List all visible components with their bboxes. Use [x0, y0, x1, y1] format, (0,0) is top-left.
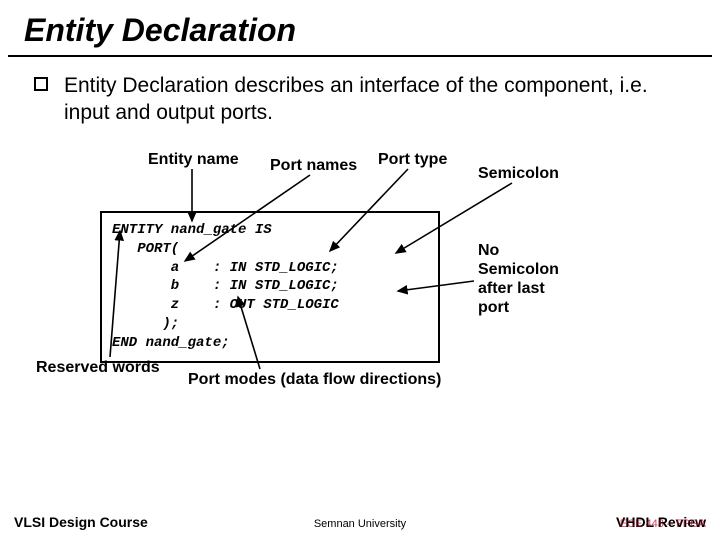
code-block: ENTITY nand_gate IS PORT( a : IN STD_LOG…	[100, 211, 440, 363]
label-port-type: Port type	[378, 151, 447, 169]
note-line-4: port	[478, 298, 559, 317]
code-line-5: z : OUT STD_LOGIC	[112, 297, 339, 313]
code-line-3: a : IN STD_LOGIC;	[112, 260, 339, 276]
label-semicolon: Semicolon	[478, 165, 559, 183]
code-line-4: b : IN STD_LOGIC;	[112, 278, 339, 294]
footer-center: Semnan University	[0, 518, 720, 530]
label-port-modes: Port modes (data flow directions)	[188, 371, 441, 389]
note-line-3: after last	[478, 279, 559, 298]
note-no-semicolon: No Semicolon after last port	[478, 241, 559, 318]
note-line-1: No	[478, 241, 559, 260]
diagram-area: Entity name Port names Port type Semicol…	[0, 151, 720, 411]
label-entity-name: Entity name	[148, 151, 239, 169]
body-paragraph: Entity Declaration describes an interfac…	[64, 74, 648, 124]
label-port-names: Port names	[270, 157, 357, 175]
code-line-1: ENTITY nand_gate IS	[112, 222, 272, 238]
bullet-icon	[34, 77, 48, 91]
footer-right-overlay: ECE 448 – FPGA	[620, 518, 706, 530]
divider	[8, 55, 712, 57]
note-line-2: Semicolon	[478, 260, 559, 279]
label-reserved-words: Reserved words	[36, 359, 160, 377]
slide-title: Entity Declaration	[0, 0, 720, 55]
code-line-7: END nand_gate;	[112, 335, 230, 351]
code-line-6: );	[112, 316, 179, 332]
body-paragraph-container: Entity Declaration describes an interfac…	[0, 73, 720, 127]
code-line-2: PORT(	[112, 241, 179, 257]
